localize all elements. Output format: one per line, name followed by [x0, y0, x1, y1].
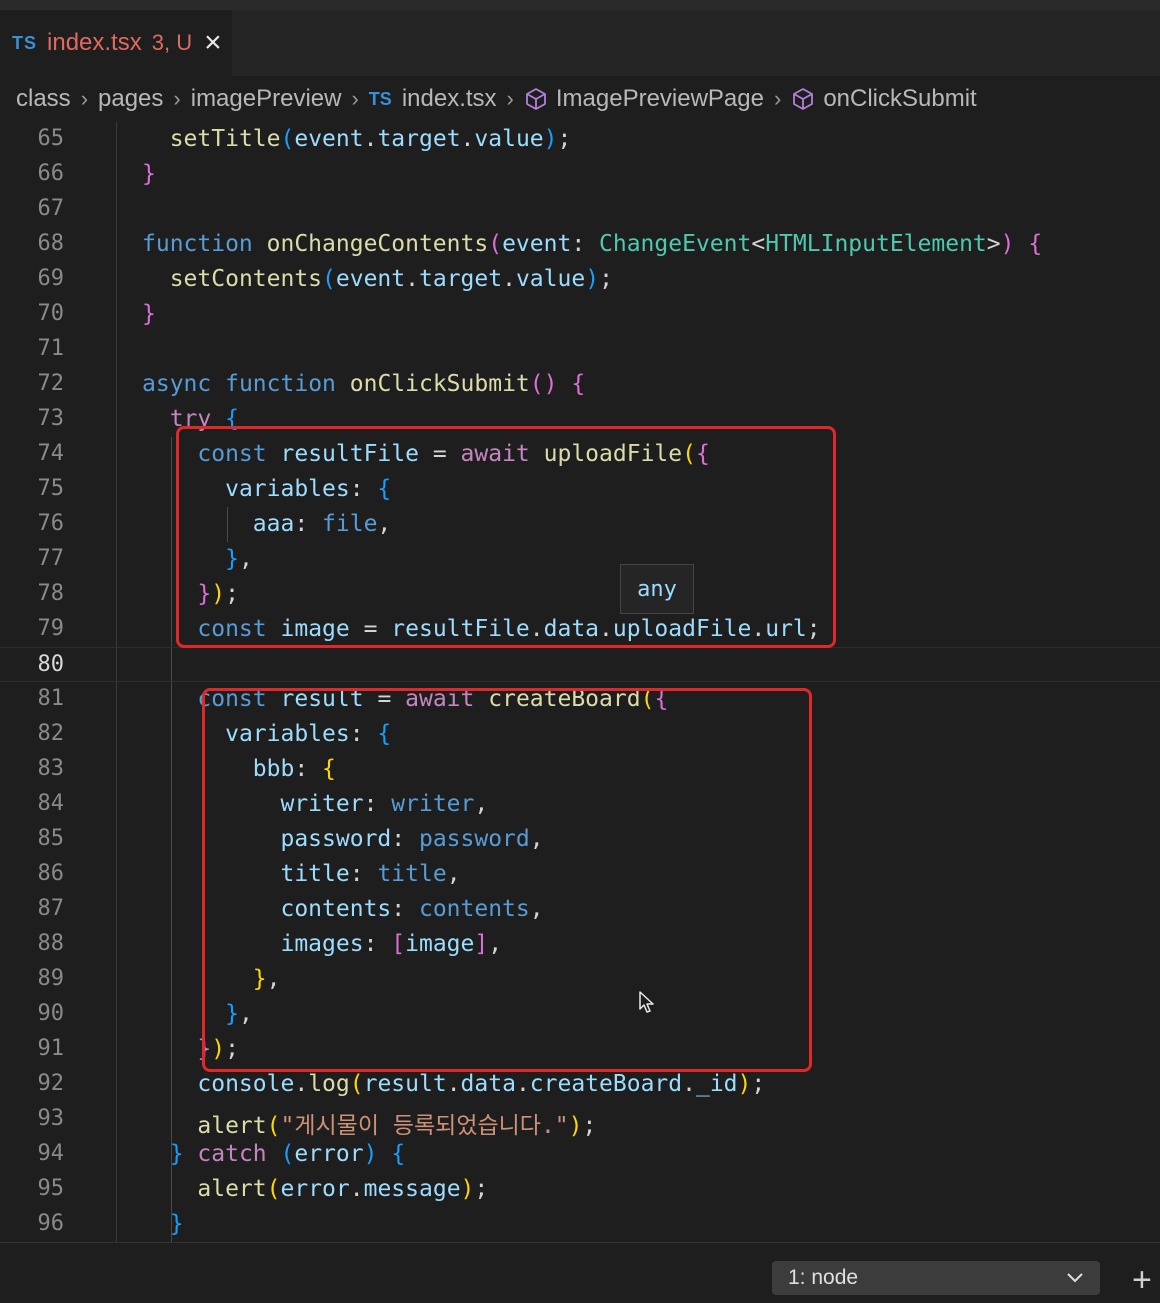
line-number: 94 [37, 1141, 65, 1166]
line-number: 70 [37, 301, 65, 326]
code-line: 69 setContents(event.target.value); [0, 262, 1160, 297]
highlight-box-create-board [202, 688, 812, 1072]
line-number: 78 [37, 581, 65, 606]
code-line: 67 [0, 192, 1160, 227]
code-text: setTitle(event.target.value); [169, 126, 572, 152]
breadcrumb-item-component[interactable]: ImagePreviewPage [524, 85, 764, 113]
line-number: 71 [37, 336, 65, 361]
chevron-right-icon: › [80, 86, 89, 111]
highlight-box-upload [176, 426, 836, 648]
code-line: 71 [0, 332, 1160, 367]
line-number: 91 [37, 1036, 65, 1061]
code-line: 94 } catch (error) { [0, 1137, 1160, 1172]
line-number: 76 [37, 511, 65, 536]
line-number: 84 [37, 791, 65, 816]
code-line: 72 async function onClickSubmit() { [0, 367, 1160, 402]
code-text: function onChangeContents(event: ChangeE… [142, 231, 1043, 257]
title-strip [0, 0, 1160, 10]
code-text: } [142, 161, 156, 187]
code-line: 93 alert("게시물이 등록되었습니다."); [0, 1102, 1160, 1139]
line-number: 69 [37, 266, 65, 291]
breadcrumb-component-label: ImagePreviewPage [555, 85, 764, 112]
chevron-right-icon: › [351, 86, 359, 111]
line-number: 93 [37, 1106, 65, 1131]
line-number: 66 [37, 161, 65, 186]
tab-filename: index.tsx [47, 29, 142, 56]
typescript-file-icon: TS [12, 32, 38, 53]
line-number: 72 [37, 371, 65, 396]
code-line: 68 function onChangeContents(event: Chang… [0, 227, 1160, 262]
breadcrumb-item-file[interactable]: TS index.tsx [369, 85, 497, 113]
line-number: 79 [37, 616, 65, 641]
breadcrumb-item-pages[interactable]: pages [98, 85, 163, 113]
line-number: 87 [37, 896, 65, 921]
line-number: 77 [37, 546, 65, 571]
line-number: 85 [37, 826, 65, 851]
code-line: 66} [0, 157, 1160, 192]
code-text: } [169, 1211, 184, 1237]
line-number: 68 [37, 231, 65, 256]
terminal-select[interactable]: 1: node [772, 1261, 1100, 1295]
code-text: alert("게시물이 등록되었습니다."); [197, 1113, 597, 1139]
code-line: 95 alert(error.message); [0, 1172, 1160, 1207]
chevron-right-icon: › [506, 86, 514, 111]
code-text: } [142, 301, 156, 327]
tab-bar: TS index.tsx 3, U × [0, 10, 1160, 76]
line-number: 90 [37, 1001, 65, 1026]
line-number: 83 [37, 756, 65, 781]
line-number: 92 [37, 1071, 65, 1096]
line-number: 65 [37, 126, 65, 151]
code-text: async function onClickSubmit() { [142, 371, 586, 397]
close-icon[interactable]: × [204, 28, 222, 58]
line-number: 73 [37, 406, 65, 431]
code-line: 65 setTitle(event.target.value); [0, 122, 1160, 157]
tab-index-tsx[interactable]: TS index.tsx 3, U × [0, 10, 232, 76]
code-line: 92 console.log(result.data.createBoard._… [0, 1067, 1160, 1102]
line-number: 88 [37, 931, 65, 956]
chevron-right-icon: › [773, 86, 782, 111]
line-number: 95 [37, 1176, 65, 1201]
line-number: 67 [37, 196, 65, 221]
cube-icon [793, 88, 814, 110]
code-text: console.log(result.data.createBoard._id)… [197, 1071, 766, 1097]
line-number: 96 [37, 1211, 65, 1236]
terminal-select-value: 1: node [788, 1266, 859, 1289]
code-text: alert(error.message); [197, 1176, 489, 1202]
mouse-pointer-icon [639, 991, 654, 1013]
tab-problem-status: 3, U [151, 30, 193, 55]
breadcrumb-function-label: onClickSubmit [823, 85, 977, 112]
chevron-right-icon: › [173, 86, 181, 111]
code-editor[interactable]: 65 setTitle(event.target.value); 66} 67 … [0, 122, 1160, 1242]
plus-icon[interactable]: + [1132, 1263, 1152, 1297]
code-text: } catch (error) { [169, 1141, 406, 1167]
breadcrumb: class › pages › imagePreview › TS index.… [0, 76, 1160, 122]
code-line: 96 } [0, 1207, 1160, 1242]
line-number: 86 [37, 861, 65, 886]
breadcrumb-file-label: index.tsx [401, 85, 497, 112]
typescript-file-icon: TS [368, 88, 392, 109]
breadcrumb-item-class[interactable]: class [16, 85, 71, 113]
line-number: 80 [37, 652, 65, 677]
chevron-down-icon [1067, 1273, 1083, 1283]
line-number: 81 [37, 686, 65, 711]
code-line: 70} [0, 297, 1160, 332]
code-line-active: 80 [0, 647, 1160, 682]
line-number: 89 [37, 966, 65, 991]
cube-icon [525, 88, 546, 110]
line-number: 75 [37, 476, 65, 501]
line-number: 82 [37, 721, 65, 746]
panel-bar: 1: node + [0, 1242, 1160, 1303]
line-number: 74 [37, 441, 65, 466]
breadcrumb-item-imagepreview[interactable]: imagePreview [191, 85, 342, 113]
breadcrumb-item-function[interactable]: onClickSubmit [791, 85, 977, 113]
code-text: setContents(event.target.value); [169, 266, 613, 292]
